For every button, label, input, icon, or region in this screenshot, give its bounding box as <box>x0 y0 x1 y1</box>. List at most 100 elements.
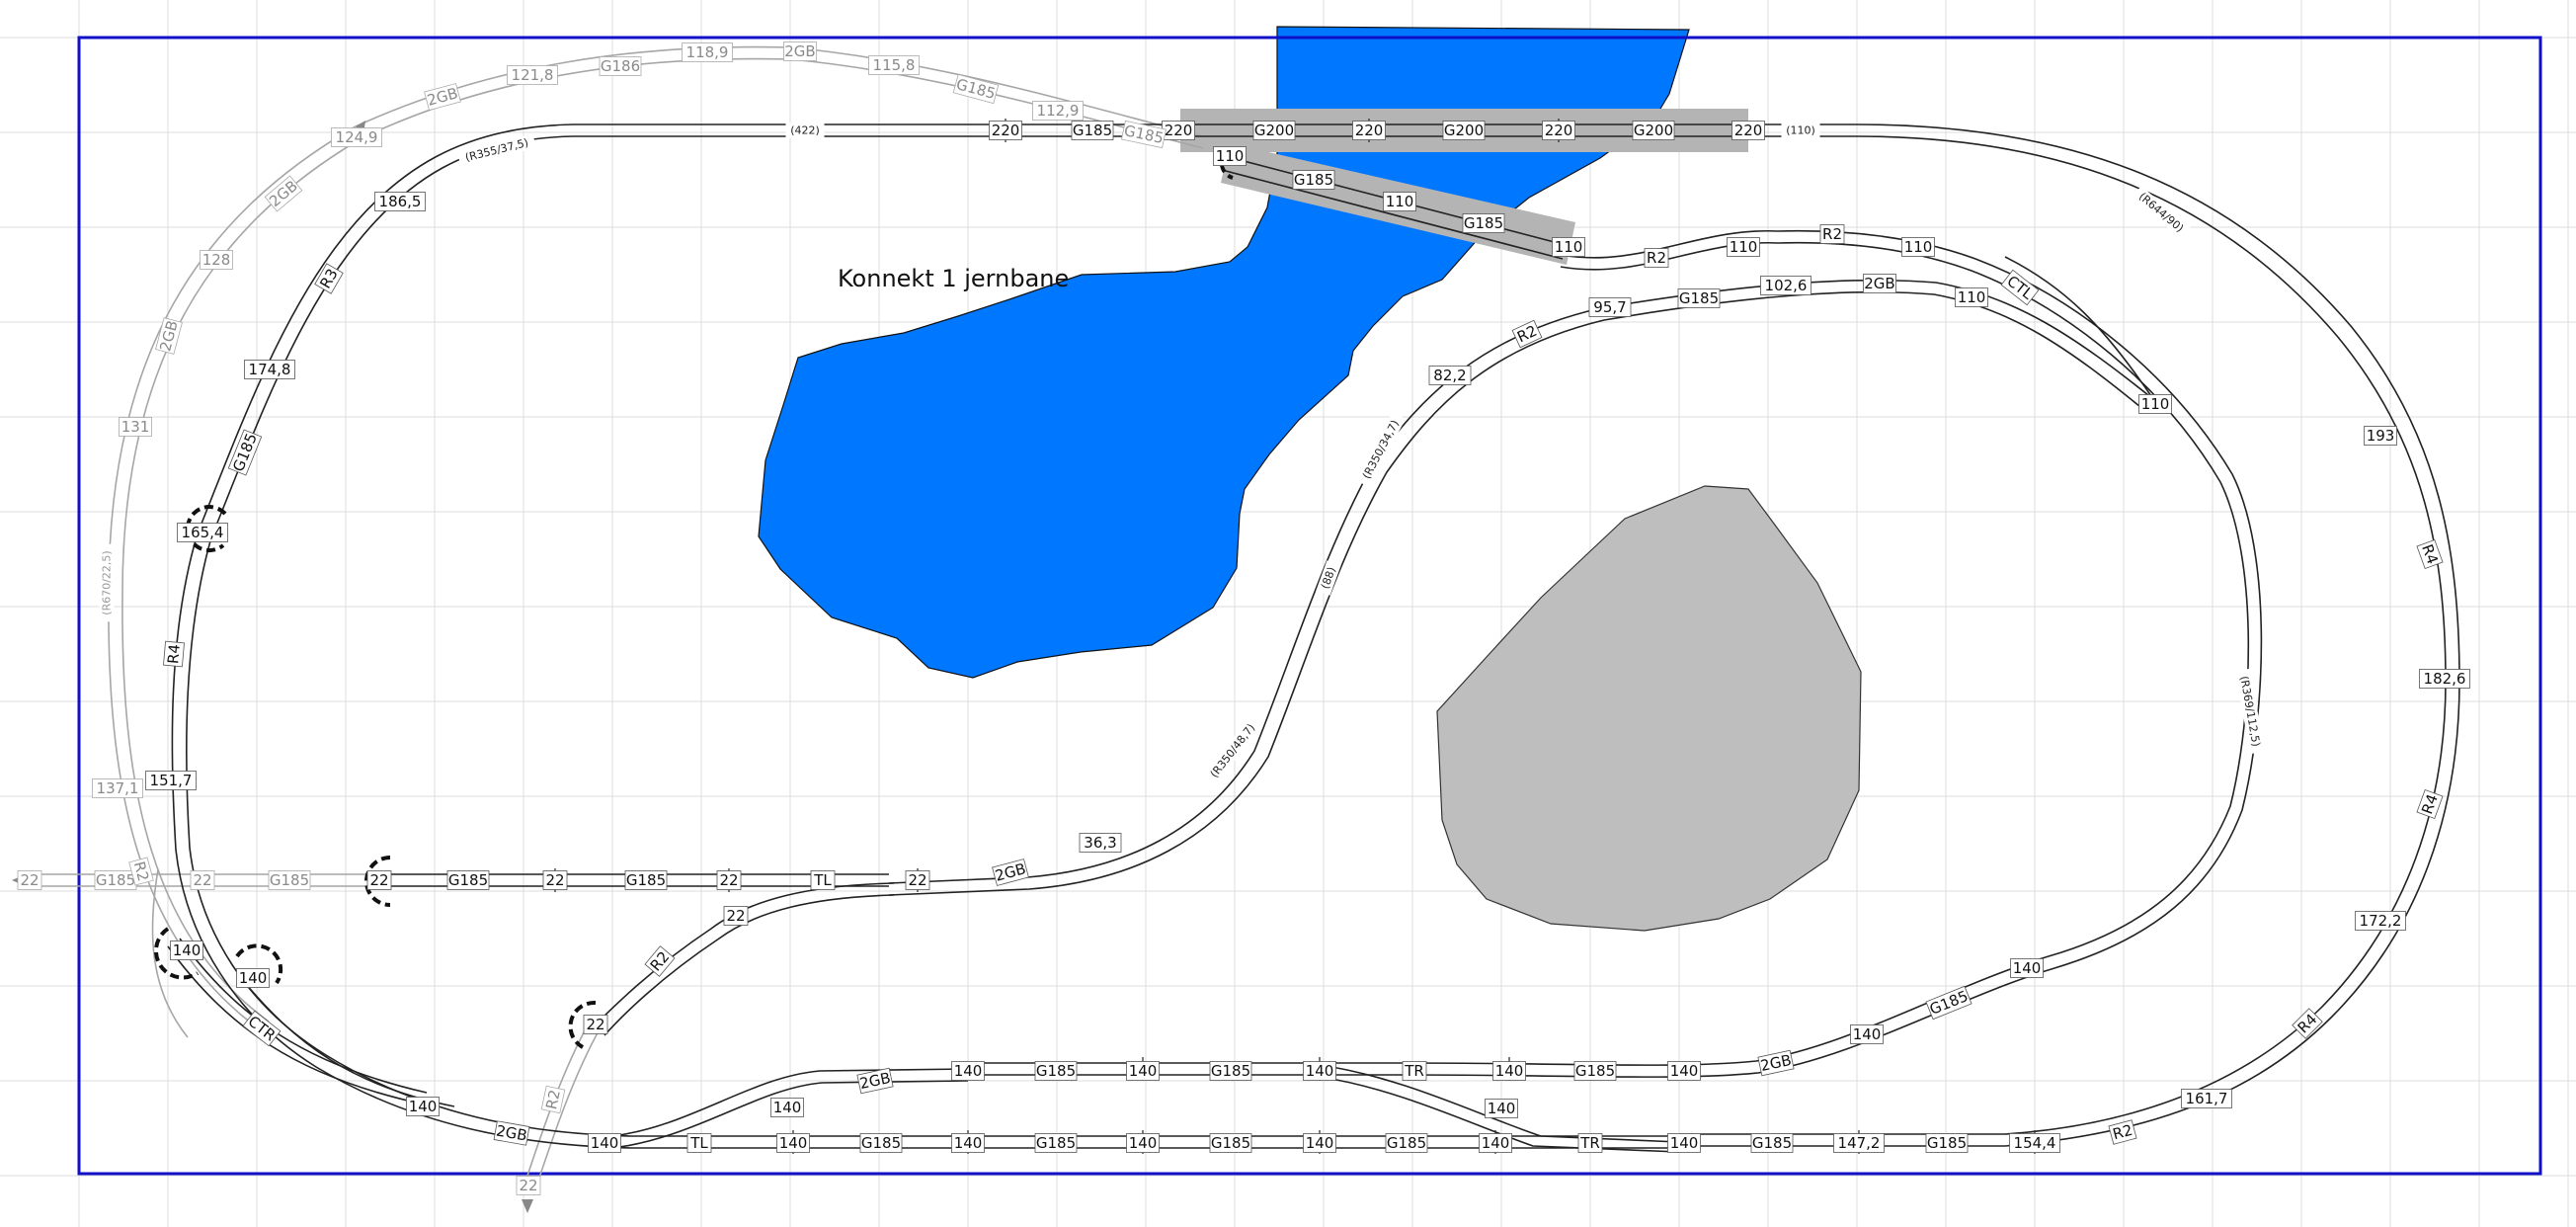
label-text: 22 <box>193 871 211 889</box>
label-text: R4 <box>164 643 184 664</box>
label-text: 140 <box>591 1134 619 1152</box>
track-label: 22 <box>716 870 742 890</box>
track-label: G200 <box>1442 121 1486 140</box>
label-text: 140 <box>773 1099 802 1116</box>
label-text: 147,2 <box>1838 1134 1881 1152</box>
label-text: 140 <box>1482 1134 1510 1152</box>
label-text: 140 <box>1853 1025 1882 1043</box>
track-label: G185 <box>952 73 1000 105</box>
track-label: G185 <box>1292 170 1335 190</box>
label-text: 22 <box>369 871 388 889</box>
track-label: 2GB <box>783 41 817 61</box>
track-label: 165,4 <box>177 523 228 542</box>
track-label: G185 <box>1034 1133 1078 1153</box>
track-label: 22 <box>190 870 215 890</box>
label-text: R2 <box>1647 249 1666 267</box>
track-label: 22 <box>516 1176 541 1195</box>
label-text: 22 <box>586 1016 604 1033</box>
track-label: 154,4 <box>2009 1133 2060 1153</box>
track-label: 82,2 <box>1428 366 1472 385</box>
label-text: 220 <box>1734 122 1763 139</box>
label-text: 140 <box>239 969 268 987</box>
track-label: 140 <box>1303 1061 1336 1081</box>
track-label: R4 <box>2292 1008 2323 1039</box>
track-label: 110 <box>1213 146 1247 166</box>
track-label: 140 <box>1850 1024 1884 1044</box>
label-text: 140 <box>1129 1134 1158 1152</box>
track-label: 161,7 <box>2181 1089 2232 1108</box>
label-text: TR <box>1579 1134 1600 1152</box>
track-label: TR <box>1402 1061 1427 1081</box>
track-label: 172,2 <box>2355 911 2406 931</box>
track-label: 2GB <box>992 859 1029 886</box>
track-label: 174,8 <box>244 360 295 379</box>
track-label: 140 <box>1485 1099 1518 1118</box>
label-text: 128 <box>202 251 231 269</box>
track-label: 124,9 <box>331 127 382 147</box>
label-text: G185 <box>1211 1062 1250 1080</box>
track-label: R2 <box>1644 248 1669 268</box>
label-text: 161,7 <box>2186 1090 2228 1107</box>
label-text: G185 <box>1679 289 1719 307</box>
label-text: G185 <box>1927 987 1971 1019</box>
label-text: TL <box>813 871 832 889</box>
track-label: 110 <box>1955 287 1988 307</box>
label-text: 22 <box>20 871 39 889</box>
track-label: 22 <box>905 870 930 890</box>
label-text: G185 <box>861 1134 901 1152</box>
label-text: 140 <box>1306 1062 1334 1080</box>
track-label: 140 <box>776 1133 810 1153</box>
label-text: 140 <box>1670 1062 1699 1080</box>
track-label: 186,5 <box>374 192 426 211</box>
track-label: 110 <box>1901 237 1935 257</box>
label-text: 22 <box>719 871 738 889</box>
label-text: TL <box>689 1134 708 1152</box>
track-label: 110 <box>1727 237 1760 257</box>
track-label: G185 <box>1925 1133 1969 1153</box>
track-label: 128 <box>200 250 233 270</box>
label-text: 174,8 <box>249 361 291 378</box>
label-text: G200 <box>1444 122 1484 139</box>
track-label: 102,6 <box>1760 276 1811 295</box>
track-layout-canvas[interactable]: 220 G200 220 G200 220 G200 220 (110) 220 G185 (422… <box>0 0 2576 1227</box>
track-label: R2 <box>540 1085 566 1114</box>
label-text: 140 <box>2013 959 2042 977</box>
track-label: G185 <box>1209 1061 1252 1081</box>
label-text: 102,6 <box>1765 277 1808 294</box>
label-text: R2 <box>647 948 674 975</box>
label-text: 140 <box>1488 1100 1516 1117</box>
label-text: 220 <box>1355 122 1384 139</box>
layout-title: Konnekt 1 jernbane <box>838 265 1069 292</box>
label-text: 182,6 <box>2424 670 2466 688</box>
label-text: 110 <box>1386 193 1414 210</box>
track-label: 182,6 <box>2419 669 2470 689</box>
label-text: R2 <box>1822 225 1842 243</box>
track-label: 140 <box>1492 1061 1526 1081</box>
track-label: (R350/34,7) <box>1355 411 1407 488</box>
label-text: 2GB <box>784 42 815 60</box>
track-label: G185 <box>1209 1133 1252 1153</box>
track-label: 140 <box>1126 1061 1160 1081</box>
label-text: 131 <box>121 418 150 436</box>
track-label: (R355/37,5) <box>457 133 536 167</box>
label-text: 140 <box>779 1134 808 1152</box>
label-text: TR <box>1404 1062 1424 1080</box>
label-text: 22 <box>726 907 745 925</box>
track-label: 220 <box>1542 121 1575 140</box>
track-label: 2GB <box>856 1067 894 1095</box>
label-text: (R350/48,7) <box>1208 721 1258 780</box>
label-text: 154,4 <box>2014 1134 2056 1152</box>
track-label: 2GB <box>1757 1049 1795 1077</box>
label-text: G185 <box>1752 1134 1792 1152</box>
label-text: 115,8 <box>873 56 916 74</box>
track-label: R4 <box>163 640 185 668</box>
track-label: G185 <box>1925 985 1972 1021</box>
track-label: 140 <box>2010 958 2044 978</box>
track-label: 140 <box>1667 1133 1701 1153</box>
track-label: 140 <box>588 1133 621 1153</box>
track-label: R2 <box>644 945 676 977</box>
track-label: 220 <box>1162 121 1195 140</box>
label-text: G185 <box>1387 1134 1426 1152</box>
track-label: 140 <box>170 941 203 960</box>
track-label: 147,2 <box>1833 1133 1885 1153</box>
